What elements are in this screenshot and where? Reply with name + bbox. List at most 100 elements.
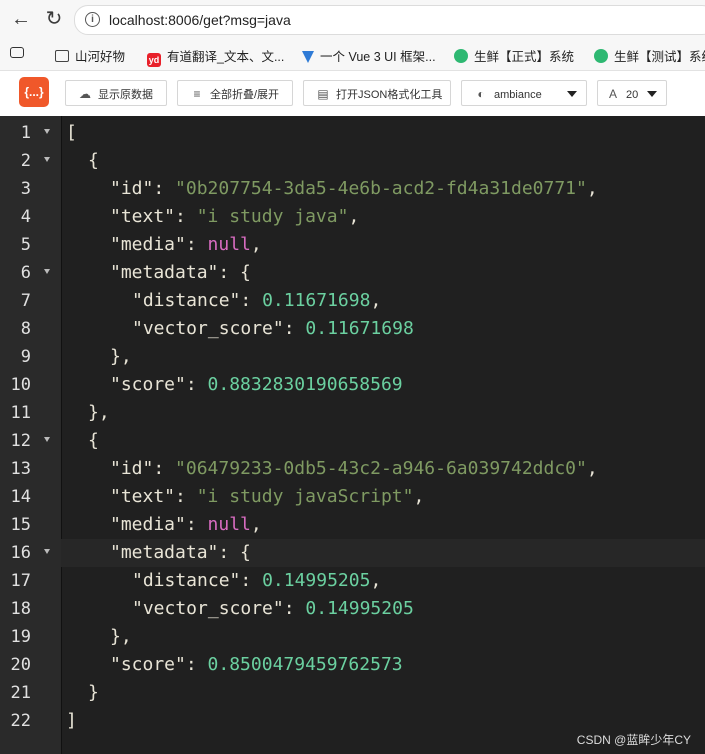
code-token: {: [88, 150, 99, 171]
code-token: "distance": [132, 290, 241, 311]
address-bar[interactable]: i localhost:8006/get?msg=java: [74, 5, 705, 35]
code-token: :: [283, 598, 306, 619]
youdao-icon: yd: [147, 53, 161, 67]
app-icon: [454, 49, 468, 63]
code-line[interactable]: 1[: [0, 119, 705, 147]
chevron-down-icon: [567, 91, 577, 97]
fold-arrow-icon[interactable]: [44, 437, 50, 442]
code-token: ,: [586, 178, 598, 199]
fold-arrow-icon[interactable]: [44, 157, 50, 162]
line-number: 16: [10, 543, 31, 563]
code-line[interactable]: 15 "media": null,: [0, 511, 705, 539]
code-token: },: [110, 346, 132, 367]
code-line[interactable]: 11},: [0, 399, 705, 427]
fold-all-button[interactable]: ≡ 全部折叠/展开: [177, 80, 293, 106]
code-token: :: [153, 458, 176, 479]
code-line[interactable]: 16 "metadata": {: [0, 539, 705, 567]
fold-arrow-icon[interactable]: [44, 549, 50, 554]
line-number: 2: [20, 151, 31, 171]
site-info-icon[interactable]: i: [85, 12, 100, 27]
show-raw-button[interactable]: ☁ 显示原数据: [65, 80, 167, 106]
code-token: "media": [110, 514, 186, 535]
palette-icon: ◐: [477, 87, 485, 101]
code-token: 0.14995205: [262, 570, 371, 591]
code-token: ,: [586, 458, 598, 479]
line-number: 8: [20, 319, 31, 339]
code-token: :: [185, 654, 208, 675]
browser-chrome: ← ↻ i localhost:8006/get?msg=java 山河好物 y…: [0, 0, 705, 117]
code-line[interactable]: 7 "distance": 0.11671698,: [0, 287, 705, 315]
open-json-tool-label: 打开JSON格式化工具: [336, 89, 443, 101]
code-text: "text": "i study javaScript",: [110, 486, 424, 507]
json-editor[interactable]: 1[2{3 "id": "0b207754-3da5-4e6b-acd2-fd4a…: [0, 116, 705, 754]
code-text: {: [88, 150, 99, 171]
code-text: "media": null,: [110, 514, 262, 535]
code-text: "media": null,: [110, 234, 262, 255]
code-token: 0.8500479459762573: [207, 654, 403, 675]
code-token: ,: [370, 570, 382, 591]
code-line[interactable]: 12 {: [0, 427, 705, 455]
code-line[interactable]: 4 "text": "i study java",: [0, 203, 705, 231]
code-line[interactable]: 3 "id": "0b207754-3da5-4e6b-acd2-fd4a31de…: [0, 175, 705, 203]
code-line[interactable]: 6 "metadata": {: [0, 259, 705, 287]
watermark: CSDN @蓝眸少年CY: [576, 733, 691, 747]
code-line[interactable]: 14 "text": "i study javaScript",: [0, 483, 705, 511]
code-line[interactable]: 8 "vector_score": 0.11671698: [0, 315, 705, 343]
code-line[interactable]: 13 "id": "06479233-0db5-43c2-a946-6a03974…: [0, 455, 705, 483]
bookmark-3[interactable]: 一个 Vue 3 UI 框架...: [302, 46, 436, 64]
bookmark-2[interactable]: yd 有道翻译_文本、文...: [147, 46, 285, 67]
code-token: null: [207, 234, 251, 255]
line-number: 22: [10, 711, 31, 731]
code-line[interactable]: 18 "vector_score": 0.14995205: [0, 595, 705, 623]
code-token: {: [88, 430, 99, 451]
back-icon[interactable]: ←: [8, 7, 34, 31]
bookmark-4[interactable]: 生鲜【正式】系统: [454, 46, 574, 64]
code-line[interactable]: 20 "score": 0.8500479459762573: [0, 651, 705, 679]
code-token: "media": [110, 234, 186, 255]
code-token: "0b207754-3da5-4e6b-acd2-fd4a31de0771": [175, 178, 587, 199]
code-token: :: [175, 206, 197, 227]
theme-select[interactable]: ◐ ambiance: [461, 80, 587, 106]
fold-icon: ≡: [193, 87, 201, 101]
code-token: ,: [370, 290, 382, 311]
bookmark-label: 有道翻译_文本、文...: [167, 50, 285, 64]
font-size-select[interactable]: A 20: [597, 80, 667, 106]
code-token: "metadata": [110, 542, 219, 563]
fold-arrow-icon[interactable]: [44, 129, 50, 134]
code-token: :: [185, 514, 208, 535]
code-text: "distance": 0.14995205,: [132, 570, 381, 591]
code-line[interactable]: 19},: [0, 623, 705, 651]
reload-icon[interactable]: ↻: [41, 7, 67, 31]
open-json-tool-button[interactable]: ▤ 打开JSON格式化工具: [303, 80, 451, 106]
code-text: }: [88, 682, 99, 703]
code-line[interactable]: 17 "distance": 0.14995205,: [0, 567, 705, 595]
code-line[interactable]: 10 "score": 0.8832830190658569: [0, 371, 705, 399]
tab-search-icon[interactable]: [10, 46, 30, 62]
code-text: },: [88, 402, 110, 423]
code-token: "i study javaScript": [196, 486, 414, 507]
code-token: "i study java": [196, 206, 349, 227]
code-token: },: [88, 402, 110, 423]
code-token: "metadata": [110, 262, 219, 283]
fold-arrow-icon[interactable]: [44, 269, 50, 274]
line-number: 20: [10, 655, 31, 675]
code-line[interactable]: 5 "media": null,: [0, 231, 705, 259]
chevron-down-icon: [647, 91, 657, 97]
json-file-icon: ▤: [317, 87, 329, 101]
bookmark-1[interactable]: 山河好物: [55, 46, 126, 64]
bookmark-label: 生鲜【测试】系统: [614, 50, 705, 64]
code-token: "vector_score": [132, 318, 284, 339]
code-line[interactable]: 9},: [0, 343, 705, 371]
code-line[interactable]: 2{: [0, 147, 705, 175]
bookmark-5[interactable]: 生鲜【测试】系统: [594, 46, 705, 64]
code-line[interactable]: 21}: [0, 679, 705, 707]
code-text: },: [110, 346, 132, 367]
bookmark-label: 山河好物: [75, 50, 126, 64]
line-number: 17: [10, 571, 31, 591]
address-row: ← ↻ i localhost:8006/get?msg=java: [0, 0, 705, 38]
code-token: "score": [110, 374, 186, 395]
code-token: ]: [66, 710, 77, 731]
line-number: 9: [20, 347, 31, 367]
folder-icon: [55, 50, 69, 62]
url-text[interactable]: localhost:8006/get?msg=java: [109, 12, 291, 28]
